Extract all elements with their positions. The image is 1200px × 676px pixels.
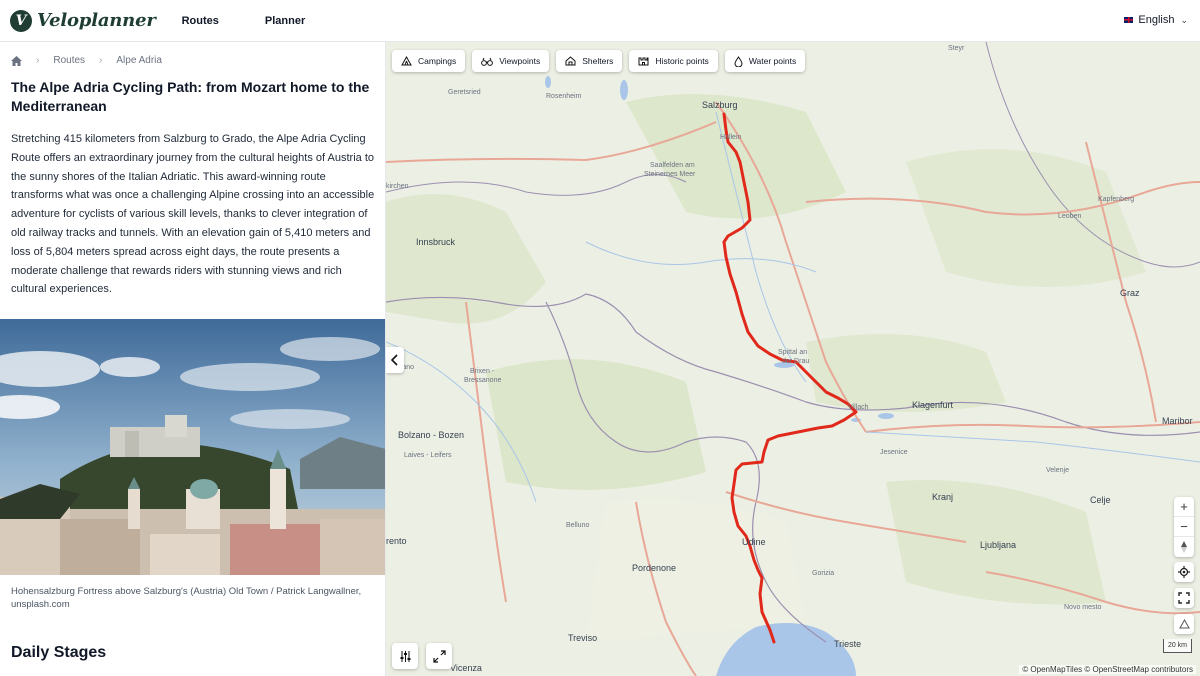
locate-icon [1178,566,1190,578]
geolocate-button[interactable] [1174,562,1194,582]
nav-planner[interactable]: Planner [265,15,305,27]
map-scale: 20 km [1162,639,1192,653]
photo-caption: Hohensalzburg Fortress above Salzburg's … [11,586,362,610]
expand-icon [432,649,446,663]
map-label-saalfelden: Saalfelden am [650,162,695,169]
map-label-ljubljana: Ljubljana [980,540,1016,550]
route-map[interactable]: Salzburg Hallein Rosenheim Geretsried ki… [386,42,1200,676]
filter-viewpoints[interactable]: Viewpoints [472,50,550,72]
terrain-toggle-button[interactable] [1174,614,1194,634]
map-label-bolzano: Bolzano - Bozen [398,430,464,440]
chevron-left-icon [391,354,398,366]
breadcrumb: › Routes › Alpe Adria [11,55,162,66]
main-nav: Routes Planner [182,15,352,27]
map-label-trento: rento [386,536,407,546]
fullscreen-button[interactable] [1174,588,1194,608]
route-info-panel: › Routes › Alpe Adria The Alpe Adria Cyc… [0,42,386,676]
breadcrumb-separator-icon: › [36,55,40,66]
reset-north-button[interactable] [1174,537,1194,557]
map-label-steyr: Steyr [948,45,965,52]
filter-historic-points[interactable]: Historic points [629,50,718,72]
map-label-salzburg: Salzburg [702,100,738,110]
logo[interactable]: V Veloplanner [10,9,156,32]
collapse-panel-button[interactable] [386,347,404,373]
map-label-novo-mesto: Novo mesto [1064,604,1101,611]
logo-mark: V [10,9,32,32]
map-label-maribor: Maribor [1162,416,1193,426]
filter-campings-label: Campings [418,56,457,66]
map-settings-button[interactable] [392,643,418,669]
map-label-jesenice: Jesenice [880,449,908,456]
map-label-kranj: Kranj [932,492,953,502]
map-label-pordenone: Pordenone [632,563,676,573]
language-label: English [1138,14,1175,26]
tent-icon [401,56,412,66]
language-selector[interactable]: English ⌄ [1124,14,1188,26]
map-label-brixen-1: Brixen - [470,368,495,375]
binoculars-icon [481,57,494,66]
zoom-controls: + − [1174,497,1194,557]
map-label-steinernes: Steinernes Meer [644,171,696,178]
route-title: The Alpe Adria Cycling Path: from Mozart… [11,79,370,114]
map-label-celje: Celje [1090,495,1111,505]
nav-routes[interactable]: Routes [182,15,219,27]
map-label-kirchen: kirchen [386,183,409,190]
logo-text: Veloplanner [37,10,156,31]
map-label-treviso: Treviso [568,633,597,643]
map-label-gorizia: Gorizia [812,570,834,577]
map-label-belluno: Belluno [566,522,589,529]
fullscreen-icon [1178,592,1190,604]
filter-water-points[interactable]: Water points [724,50,806,72]
map-label-spittal-1: Spittal an [778,349,807,356]
castle-icon [638,57,649,66]
poi-filter-bar: Campings Viewpoints Shelters Historic po… [392,50,812,72]
chevron-down-icon: ⌄ [1180,14,1188,25]
map-label-brixen-2: Bressanone [464,377,501,384]
filter-water-points-label: Water points [748,56,797,66]
map-label-leoben: Leoben [1058,213,1081,220]
terrain-icon [1178,619,1190,629]
sliders-icon [400,650,410,662]
breadcrumb-current: Alpe Adria [116,55,162,66]
route-description: Stretching 415 kilometers from Salzburg … [11,133,375,296]
map-label-trieste: Trieste [834,639,861,649]
map-label-vicenza: Vicenza [450,663,482,673]
breadcrumb-routes[interactable]: Routes [53,55,85,66]
map-label-innsbruck: Innsbruck [416,237,456,247]
filter-historic-points-label: Historic points [655,56,709,66]
map-canvas: Salzburg Hallein Rosenheim Geretsried ki… [386,42,1200,676]
map-label-laives: Laives - Leifers [404,452,452,459]
daily-stages-heading: Daily Stages [11,644,107,661]
top-navbar: V Veloplanner Routes Planner English ⌄ [0,0,1200,42]
filter-shelters[interactable]: Shelters [556,50,623,72]
breadcrumb-separator-icon: › [99,55,103,66]
shelter-icon [565,56,576,66]
map-label-velenje: Velenje [1046,467,1069,474]
map-label-graz: Graz [1120,288,1140,298]
map-label-hallein: Hallein [720,134,742,141]
route-photo [0,319,385,575]
map-label-udine: Udine [742,537,766,547]
map-label-kapfenberg: Kapfenberg [1098,196,1134,203]
map-label-klagenfurt: Klagenfurt [912,400,954,410]
expand-map-button[interactable] [426,643,452,669]
filter-shelters-label: Shelters [582,56,614,66]
map-label-villach: Villach [848,404,869,411]
filter-campings[interactable]: Campings [392,50,466,72]
map-label-spittal-2: der Drau [782,358,809,365]
home-icon[interactable] [11,55,22,66]
uk-flag-icon [1124,17,1134,23]
map-attribution[interactable]: © OpenMapTiles © OpenStreetMap contribut… [1019,665,1196,674]
water-drop-icon [734,55,743,67]
filter-viewpoints-label: Viewpoints [499,56,541,66]
map-label-rosenheim: Rosenheim [546,93,582,100]
zoom-in-button[interactable]: + [1174,497,1194,517]
zoom-out-button[interactable]: − [1174,517,1194,537]
compass-icon [1181,541,1187,553]
map-label-geretsried: Geretsried [448,89,481,96]
